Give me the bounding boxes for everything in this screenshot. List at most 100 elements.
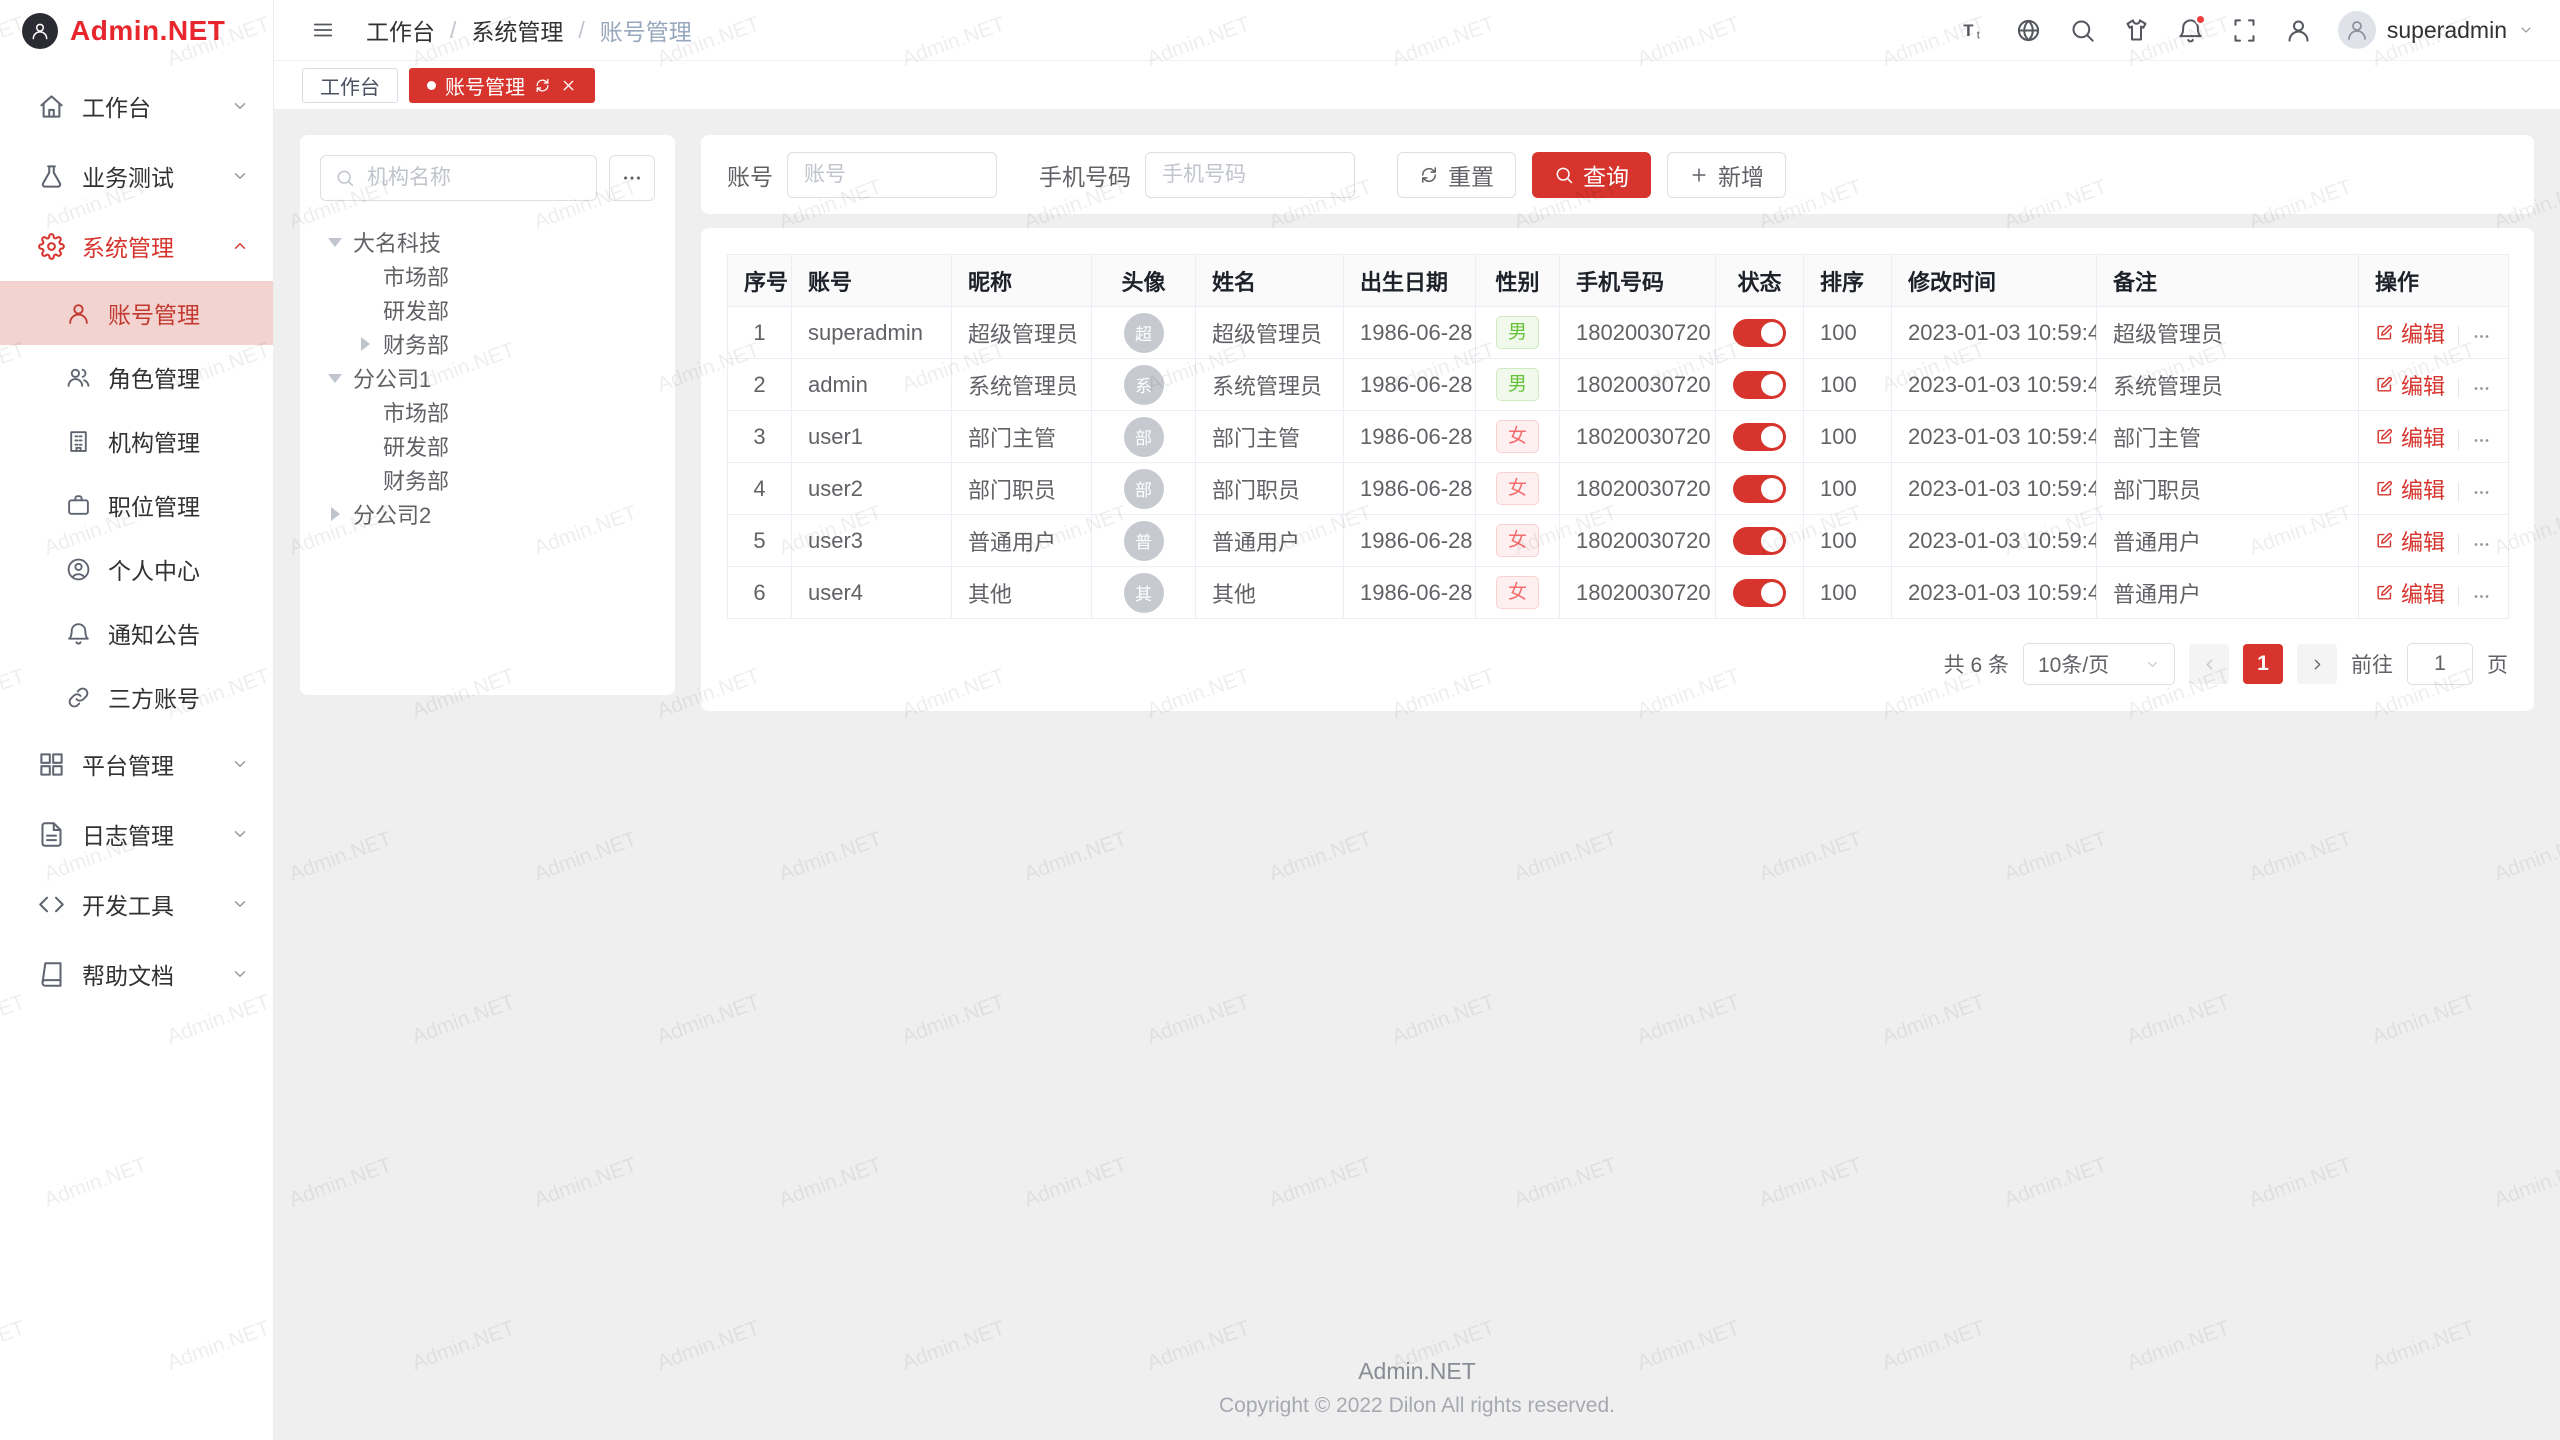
sidebar-subitem-personal-center[interactable]: 个人中心 <box>0 537 273 601</box>
tab-account-manage[interactable]: 账号管理 <box>409 68 595 103</box>
account-input[interactable] <box>787 152 997 198</box>
sidebar-item-workbench[interactable]: 工作台 <box>0 71 273 141</box>
status-toggle[interactable] <box>1733 423 1786 451</box>
status-toggle[interactable] <box>1733 527 1786 555</box>
sidebar-subitem-third-account[interactable]: 三方账号 <box>0 665 273 729</box>
cell-avatar: 部 <box>1092 411 1196 463</box>
search-button[interactable]: 查询 <box>1532 152 1651 198</box>
row-edit-button[interactable]: 编辑 <box>2375 317 2445 349</box>
sidebar-item-system-manage[interactable]: 系统管理 <box>0 211 273 281</box>
font-size-button[interactable]: Tt <box>1952 7 1998 53</box>
next-page-button[interactable] <box>2297 644 2337 684</box>
sidebar-item-help-docs[interactable]: 帮助文档 <box>0 939 273 1009</box>
file-text-icon <box>38 821 65 848</box>
language-button[interactable] <box>2006 7 2052 53</box>
sidebar-item-log-manage[interactable]: 日志管理 <box>0 799 273 869</box>
dots-icon <box>2472 483 2491 502</box>
profile-button[interactable] <box>2276 7 2322 53</box>
fullscreen-button[interactable] <box>2222 7 2268 53</box>
tree-caret-icon[interactable] <box>326 233 344 251</box>
status-toggle[interactable] <box>1733 319 1786 347</box>
table-column-5: 出生日期 <box>1344 255 1476 307</box>
tree-caret-icon[interactable] <box>326 369 344 387</box>
tree-node[interactable]: 研发部 <box>320 429 655 463</box>
tree-caret-icon[interactable] <box>326 505 344 523</box>
row-more-button[interactable] <box>2472 327 2491 346</box>
user-menu[interactable]: superadmin <box>2338 11 2534 49</box>
cell-remark: 部门主管 <box>2097 411 2359 463</box>
content: 大名科技市场部研发部财务部分公司1市场部研发部财务部分公司2 账号 手机号码 重… <box>274 109 2560 1440</box>
sidebar-subitem-org-manage[interactable]: 机构管理 <box>0 409 273 473</box>
theme-button[interactable] <box>2114 7 2160 53</box>
sidebar-collapse-button[interactable] <box>300 7 346 53</box>
chevron-down-icon <box>2518 22 2534 38</box>
page-size-select[interactable]: 10条/页 <box>2023 643 2175 685</box>
cell-sort: 100 <box>1804 515 1892 567</box>
chevron-down-icon <box>2145 657 2160 672</box>
status-toggle[interactable] <box>1733 475 1786 503</box>
table-row: 4user2部门职员部部门职员1986-06-28女18020030720100… <box>728 463 2509 515</box>
sidebar-subitem-position-manage[interactable]: 职位管理 <box>0 473 273 537</box>
org-more-button[interactable] <box>609 155 655 201</box>
sidebar-item-label: 平台管理 <box>82 747 214 781</box>
tree-node[interactable]: 分公司2 <box>320 497 655 531</box>
row-more-button[interactable] <box>2472 379 2491 398</box>
book-icon <box>38 961 65 988</box>
tree-node[interactable]: 市场部 <box>320 259 655 293</box>
sidebar-item-label: 帮助文档 <box>82 957 214 991</box>
cell-no: 2 <box>728 359 792 411</box>
page-size-value: 10条/页 <box>2038 649 2109 679</box>
id-card-icon <box>66 557 91 582</box>
briefcase-icon <box>66 493 91 518</box>
row-edit-button[interactable]: 编辑 <box>2375 421 2445 453</box>
tree-node[interactable]: 财务部 <box>320 327 655 361</box>
sidebar-item-dev-tools[interactable]: 开发工具 <box>0 869 273 939</box>
row-more-button[interactable] <box>2472 587 2491 606</box>
tree-caret-icon[interactable] <box>356 335 374 353</box>
tree-node[interactable]: 大名科技 <box>320 225 655 259</box>
phone-input[interactable] <box>1145 152 1355 198</box>
sidebar-subitem-role-manage[interactable]: 角色管理 <box>0 345 273 409</box>
tree-node[interactable]: 研发部 <box>320 293 655 327</box>
prev-page-button[interactable] <box>2189 644 2229 684</box>
add-button[interactable]: 新增 <box>1667 152 1786 198</box>
action-divider <box>2458 534 2459 554</box>
row-edit-button[interactable]: 编辑 <box>2375 525 2445 557</box>
gender-badge: 女 <box>1496 472 1539 506</box>
breadcrumb-item[interactable]: 工作台 <box>366 13 435 47</box>
sidebar-subitem-account-manage[interactable]: 账号管理 <box>0 281 273 345</box>
row-edit-button[interactable]: 编辑 <box>2375 577 2445 609</box>
sidebar-subitem-notice[interactable]: 通知公告 <box>0 601 273 665</box>
tree-node[interactable]: 市场部 <box>320 395 655 429</box>
search-button[interactable] <box>2060 7 2106 53</box>
notification-button[interactable] <box>2168 7 2214 53</box>
row-edit-button[interactable]: 编辑 <box>2375 369 2445 401</box>
reset-button[interactable]: 重置 <box>1397 152 1516 198</box>
table-column-9: 排序 <box>1804 255 1892 307</box>
cell-sort: 100 <box>1804 411 1892 463</box>
cell-status <box>1716 411 1804 463</box>
sidebar-item-business-test[interactable]: 业务测试 <box>0 141 273 211</box>
brand-logo[interactable]: Admin.NET <box>0 0 273 61</box>
table-column-12: 操作 <box>2359 255 2509 307</box>
row-more-button[interactable] <box>2472 535 2491 554</box>
sidebar-item-platform-manage[interactable]: 平台管理 <box>0 729 273 799</box>
row-more-button[interactable] <box>2472 483 2491 502</box>
goto-page-input[interactable] <box>2407 643 2473 685</box>
breadcrumb-item[interactable]: 系统管理 <box>471 13 563 47</box>
row-edit-button[interactable]: 编辑 <box>2375 473 2445 505</box>
status-toggle[interactable] <box>1733 371 1786 399</box>
tree-node[interactable]: 分公司1 <box>320 361 655 395</box>
sidebar-subitem-label: 机构管理 <box>108 424 249 458</box>
status-toggle[interactable] <box>1733 579 1786 607</box>
tab-workbench[interactable]: 工作台 <box>302 68 398 103</box>
tree-node-label: 研发部 <box>383 294 449 326</box>
org-search-input[interactable] <box>365 165 582 191</box>
table-panel: 序号账号昵称头像姓名出生日期性别手机号码状态排序修改时间备注操作 1supera… <box>701 228 2534 711</box>
row-more-button[interactable] <box>2472 431 2491 450</box>
notification-badge <box>2195 14 2206 25</box>
page-number-button[interactable]: 1 <box>2243 644 2283 684</box>
cell-modified: 2023-01-03 10:59:44 <box>1892 515 2097 567</box>
cell-status <box>1716 463 1804 515</box>
tree-node[interactable]: 财务部 <box>320 463 655 497</box>
